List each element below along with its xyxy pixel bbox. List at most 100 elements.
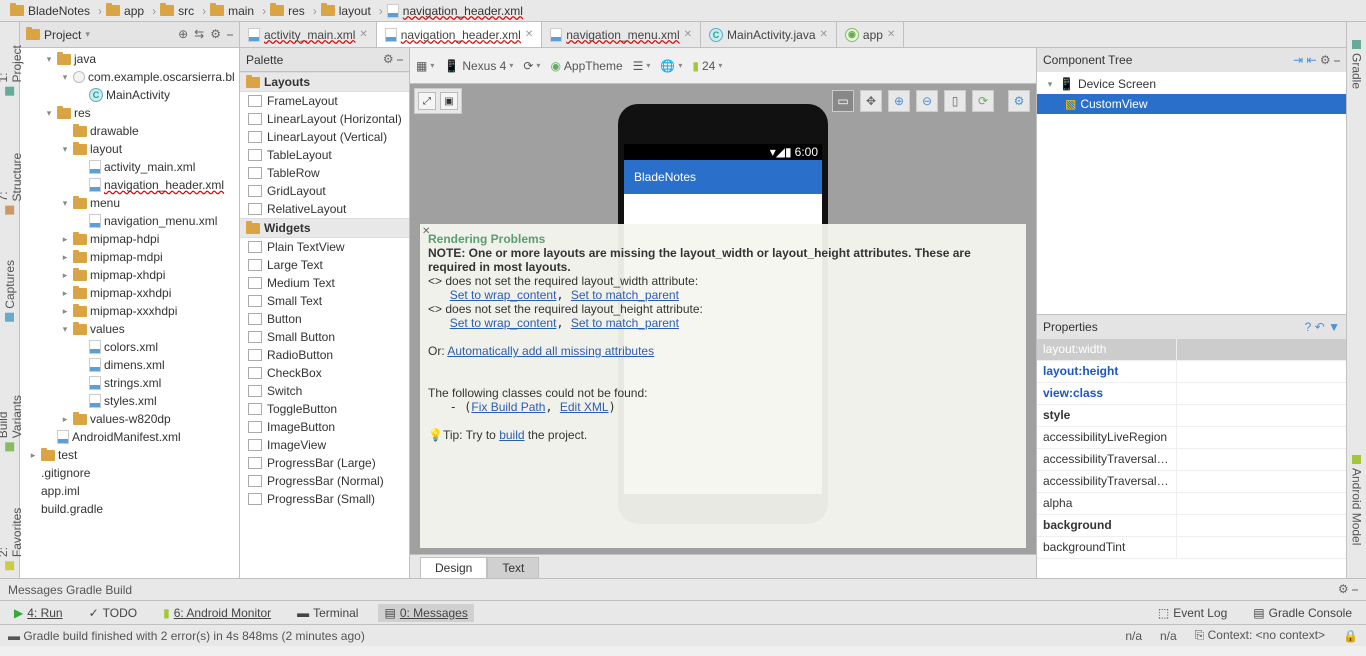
crumb[interactable]: layout	[315, 2, 381, 20]
close-icon[interactable]: ✕	[684, 29, 692, 40]
palette-toggle-button[interactable]: ▦▾	[416, 59, 434, 73]
android-monitor-tab[interactable]: ▮6: Android Monitor	[157, 604, 277, 622]
palette-item[interactable]: Button	[240, 310, 409, 328]
property-row[interactable]: layout:width	[1037, 339, 1346, 361]
edit-xml-link[interactable]: Edit XML	[560, 400, 609, 414]
undo-icon[interactable]: ↶	[1315, 320, 1325, 334]
tree-row[interactable]: activity_main.xml	[20, 158, 239, 176]
tree-row[interactable]: styles.xml	[20, 392, 239, 410]
palette-section[interactable]: Layouts	[240, 72, 409, 92]
filter-icon[interactable]: ▼	[1328, 320, 1340, 334]
palette-item[interactable]: Plain TextView	[240, 238, 409, 256]
tree-row[interactable]: ▸mipmap-mdpi	[20, 248, 239, 266]
file-tab[interactable]: CMainActivity.java✕	[701, 22, 837, 47]
hide-icon[interactable]: ⎯	[1334, 53, 1340, 67]
palette-item[interactable]: ImageButton	[240, 418, 409, 436]
target-icon[interactable]: ⊕	[178, 27, 188, 42]
crumb[interactable]: navigation_header.xml	[381, 2, 533, 20]
gear-icon[interactable]: ⚙	[1320, 53, 1331, 67]
expand-icon[interactable]: ⇥	[1293, 53, 1303, 67]
palette-item[interactable]: ProgressBar (Normal)	[240, 472, 409, 490]
palette-item[interactable]: ProgressBar (Large)	[240, 454, 409, 472]
crumb[interactable]: BladeNotes	[4, 2, 100, 20]
properties-list[interactable]: layout:widthlayout:heightview:classstyle…	[1037, 339, 1346, 578]
crumb[interactable]: res	[264, 2, 315, 20]
gradle-console-tab[interactable]: ▤Gradle Console	[1247, 604, 1358, 622]
run-tab[interactable]: ▶4: Run	[8, 604, 69, 622]
settings-gear-button[interactable]: ⚙	[1008, 90, 1030, 112]
side-tab-build-variants[interactable]: Build Variants	[0, 360, 26, 459]
help-icon[interactable]: ?	[1305, 320, 1312, 334]
tree-row[interactable]: dimens.xml	[20, 356, 239, 374]
side-tab-android-model[interactable]: Android Model	[1348, 447, 1366, 553]
theme-selector[interactable]: ◉ AppTheme	[550, 59, 622, 73]
close-icon[interactable]: ✕	[887, 29, 895, 40]
design-tab[interactable]: Design	[420, 557, 487, 578]
tree-row[interactable]: ▾values	[20, 320, 239, 338]
property-row[interactable]: accessibilityTraversalBefo	[1037, 471, 1346, 493]
palette-item[interactable]: ToggleButton	[240, 400, 409, 418]
palette-item[interactable]: ImageView	[240, 436, 409, 454]
lock-icon[interactable]: 🔒	[1343, 629, 1358, 643]
palette-item[interactable]: Switch	[240, 382, 409, 400]
gear-icon[interactable]: ⚙	[1338, 582, 1349, 596]
match-parent-link[interactable]: Set to match_parent	[571, 288, 679, 302]
file-tab[interactable]: navigation_menu.xml✕	[542, 22, 701, 47]
tree-row[interactable]: .gitignore	[20, 464, 239, 482]
tree-row[interactable]: strings.xml	[20, 374, 239, 392]
text-tab[interactable]: Text	[487, 557, 539, 578]
side-tab-captures[interactable]: Captures	[1, 252, 19, 330]
palette-list[interactable]: LayoutsFrameLayoutLinearLayout (Horizont…	[240, 72, 409, 578]
toggle-bounds-button[interactable]: ⤢	[418, 92, 436, 110]
refresh-button[interactable]: ⟳	[972, 90, 994, 112]
tree-row[interactable]: navigation_menu.xml	[20, 212, 239, 230]
match-parent-link[interactable]: Set to match_parent	[571, 316, 679, 330]
property-row[interactable]: accessibilityLiveRegion	[1037, 427, 1346, 449]
tree-row[interactable]: ▸test	[20, 446, 239, 464]
crumb[interactable]: main	[204, 2, 264, 20]
todo-tab[interactable]: ✓TODO	[83, 604, 144, 622]
file-tab[interactable]: activity_main.xml✕	[240, 22, 377, 47]
arrow-icon[interactable]: ⎯	[397, 52, 403, 66]
property-row[interactable]: style	[1037, 405, 1346, 427]
tree-row[interactable]: ▾layout	[20, 140, 239, 158]
close-icon[interactable]: ✕	[820, 29, 828, 40]
tree-row[interactable]: ▸mipmap-xxhdpi	[20, 284, 239, 302]
build-link[interactable]: build	[499, 428, 524, 442]
collapse-icon[interactable]: ⇤	[1306, 53, 1316, 67]
component-row-selected[interactable]: ▧CustomView	[1037, 94, 1346, 114]
select-mode-button[interactable]: ▭	[832, 90, 854, 112]
side-tab-project[interactable]: 1: Project	[0, 26, 26, 104]
zoom-out-button[interactable]: ⊖	[916, 90, 938, 112]
palette-section[interactable]: Widgets	[240, 218, 409, 238]
palette-item[interactable]: RelativeLayout	[240, 200, 409, 218]
context-indicator[interactable]: Context: <no context>	[1208, 628, 1325, 642]
messages-bar[interactable]: Messages Gradle Build ⚙ ⎯	[0, 578, 1366, 600]
orientation-button[interactable]: ⟳▾	[523, 59, 540, 73]
palette-item[interactable]: FrameLayout	[240, 92, 409, 110]
collapse-icon[interactable]: ⇆	[194, 27, 204, 42]
palette-item[interactable]: ProgressBar (Small)	[240, 490, 409, 508]
device-selector[interactable]: 📱 Nexus 4▾	[444, 59, 513, 73]
file-tab[interactable]: navigation_header.xml✕	[377, 22, 542, 47]
pan-mode-button[interactable]: ✥	[860, 90, 882, 112]
file-tab[interactable]: ◉app✕	[837, 22, 904, 47]
crumb[interactable]: app	[100, 2, 154, 20]
close-icon[interactable]: ✕	[525, 29, 533, 40]
tree-row[interactable]: app.iml	[20, 482, 239, 500]
palette-item[interactable]: Large Text	[240, 256, 409, 274]
property-row[interactable]: backgroundTint	[1037, 537, 1346, 559]
locale-button[interactable]: ☰▾	[633, 59, 651, 73]
api-selector[interactable]: ▮24▾	[692, 59, 722, 73]
palette-item[interactable]: RadioButton	[240, 346, 409, 364]
tree-row[interactable]: ▾java	[20, 50, 239, 68]
tree-row[interactable]: ▸mipmap-hdpi	[20, 230, 239, 248]
tree-row[interactable]: ▾com.example.oscarsierra.bl	[20, 68, 239, 86]
crumb[interactable]: src	[154, 2, 204, 20]
property-row[interactable]: alpha	[1037, 493, 1346, 515]
palette-item[interactable]: TableRow	[240, 164, 409, 182]
zoom-in-button[interactable]: ⊕	[888, 90, 910, 112]
palette-item[interactable]: LinearLayout (Horizontal)	[240, 110, 409, 128]
fix-build-path-link[interactable]: Fix Build Path	[471, 400, 545, 414]
terminal-tab[interactable]: ▬Terminal	[291, 604, 364, 622]
